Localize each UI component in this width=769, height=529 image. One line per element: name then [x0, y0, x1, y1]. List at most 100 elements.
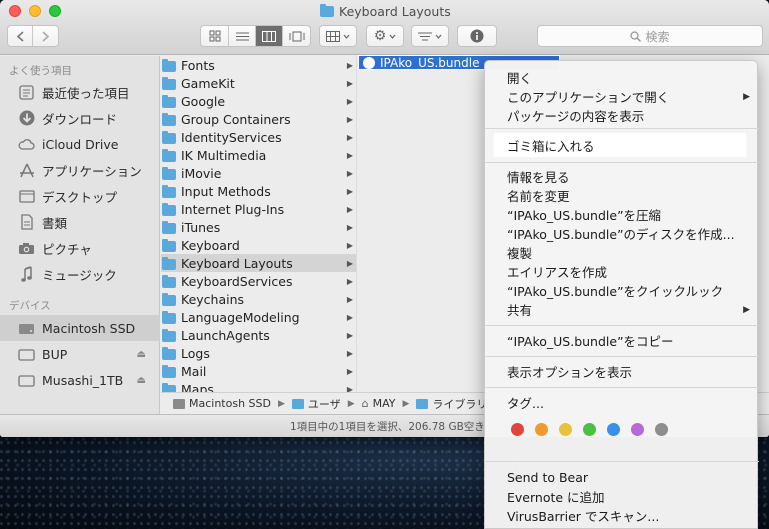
gallery-view-button[interactable]: [283, 26, 310, 46]
sidebar-item-pictures[interactable]: ピクチャ: [0, 235, 160, 261]
arrange-button[interactable]: [319, 25, 357, 47]
folder-row[interactable]: IdentityServices ▶: [161, 128, 356, 146]
grid-icon: [209, 30, 220, 42]
nav-back-forward: [7, 25, 59, 47]
menu-item-copy[interactable]: “IPAko_US.bundle”をコピー: [485, 331, 759, 350]
folder-row[interactable]: GameKit ▶: [161, 74, 356, 92]
menu-item-share[interactable]: 共有 ▶: [485, 300, 759, 319]
tag-color-dot[interactable]: [631, 423, 644, 436]
favorites-header: よく使う項目: [9, 65, 72, 77]
folder-row[interactable]: Internet Plug-Ins ▶: [161, 200, 356, 218]
tag-color-dot[interactable]: [607, 423, 620, 436]
path-crumb[interactable]: ライブラリ: [432, 396, 487, 412]
chevron-right-icon: [41, 30, 49, 42]
folder-row[interactable]: Keychains ▶: [161, 290, 356, 308]
disclosure-arrow-icon: ▶: [346, 312, 353, 322]
menu-item-rename[interactable]: 名前を変更: [485, 186, 759, 205]
folder-row[interactable]: Keyboard Layouts ▶: [161, 254, 356, 272]
folder-row[interactable]: Input Methods ▶: [161, 182, 356, 200]
folder-row[interactable]: LaunchAgents ▶: [161, 326, 356, 344]
get-info-button[interactable]: [457, 25, 497, 47]
sidebar-item-desktop[interactable]: デスクトップ: [0, 183, 160, 209]
folder-row[interactable]: Maps ▶: [161, 380, 356, 393]
disclosure-arrow-icon: ▶: [346, 150, 353, 160]
folder-row-label: Logs: [181, 345, 210, 361]
share-button[interactable]: [411, 25, 449, 47]
menu-item-evernote[interactable]: Evernote に追加: [485, 487, 759, 506]
titlebar: Keyboard Layouts ⚙ 検索: [0, 0, 769, 55]
column-browser-1: Fonts ▶ GameKit ▶ Google ▶ Group Containers ▶ Id…: [161, 56, 357, 392]
forward-button[interactable]: [33, 26, 58, 46]
folder-row-label: IK Multimedia: [181, 147, 267, 163]
menu-item-make-alias[interactable]: エイリアスを作成: [485, 262, 759, 281]
folder-row[interactable]: Group Containers ▶: [161, 110, 356, 128]
menu-item-burn[interactable]: “IPAko_US.bundle”のディスクを作成...: [485, 224, 759, 243]
menu-item-compress[interactable]: “IPAko_US.bundle”を圧縮: [485, 205, 759, 224]
folder-row[interactable]: iTunes ▶: [161, 218, 356, 236]
tag-color-dot[interactable]: [583, 423, 596, 436]
menu-item-show-package[interactable]: パッケージの内容を表示: [485, 106, 759, 125]
disclosure-arrow-icon: ▶: [346, 384, 353, 393]
disclosure-arrow-icon: ▶: [346, 366, 353, 376]
sidebar-item-label: iCloud Drive: [42, 136, 119, 152]
sidebar-item-recents[interactable]: 最近使った項目: [0, 79, 160, 105]
folder-row[interactable]: Google ▶: [161, 92, 356, 110]
menu-item-quick-look[interactable]: “IPAko_US.bundle”をクイックルック: [485, 281, 759, 300]
tag-color-dot[interactable]: [511, 423, 524, 436]
sidebar-item-documents[interactable]: 書類: [0, 209, 160, 235]
folder-icon: [416, 398, 429, 409]
folder-row-label: LaunchAgents: [181, 327, 270, 343]
icon-view-button[interactable]: [201, 26, 229, 46]
path-crumb[interactable]: Macintosh SSD: [189, 397, 271, 410]
folder-row[interactable]: Logs ▶: [161, 344, 356, 362]
sidebar-item-music[interactable]: ミュージック: [0, 261, 160, 287]
zoom-window-button[interactable]: [49, 5, 61, 17]
folder-row[interactable]: Fonts ▶: [161, 56, 356, 74]
folder-row[interactable]: iMovie ▶: [161, 164, 356, 182]
folder-row-label: Input Methods: [181, 183, 271, 199]
status-text: 1項目中の1項目を選択、206.78 GB空き: [290, 420, 485, 433]
sidebar-item-icloud-drive[interactable]: iCloud Drive: [0, 131, 160, 157]
back-button[interactable]: [8, 26, 33, 46]
minimize-window-button[interactable]: [29, 5, 41, 17]
tag-color-dot[interactable]: [559, 423, 572, 436]
menu-item-open-with[interactable]: このアプリケーションで開く ▶: [485, 87, 759, 106]
menu-item-label: このアプリケーションで開く: [507, 90, 670, 105]
action-button[interactable]: ⚙: [366, 25, 404, 47]
folder-row[interactable]: Keyboard ▶: [161, 236, 356, 254]
path-crumb[interactable]: MAY: [373, 397, 396, 410]
sidebar-item-downloads[interactable]: ダウンロード: [0, 105, 160, 131]
eject-icon[interactable]: ⏏: [137, 349, 146, 360]
disclosure-arrow-icon: ▶: [346, 222, 353, 232]
menu-item-send-to-bear[interactable]: Send to Bear: [485, 468, 759, 487]
column-view-button[interactable]: [256, 26, 283, 46]
menu-item-move-to-trash[interactable]: ゴミ箱に入れる: [494, 133, 746, 157]
tag-color-dot[interactable]: [535, 423, 548, 436]
eject-icon[interactable]: ⏏: [137, 375, 146, 386]
folder-row[interactable]: IK Multimedia ▶: [161, 146, 356, 164]
folder-icon: [162, 166, 176, 180]
folder-row[interactable]: LanguageModeling ▶: [161, 308, 356, 326]
folder-row[interactable]: Mail ▶: [161, 362, 356, 380]
list-view-button[interactable]: [229, 26, 256, 46]
menu-separator: [485, 162, 759, 163]
sidebar-item-bup[interactable]: BUP ⏏: [0, 341, 160, 367]
menu-item-tags[interactable]: タグ...: [485, 393, 759, 412]
clock-icon: [18, 84, 35, 101]
menu-item-open[interactable]: 開く: [485, 68, 759, 87]
disclosure-arrow-icon: ▶: [346, 168, 353, 178]
menu-item-virusbarrier[interactable]: VirusBarrier でスキャン...: [485, 506, 759, 525]
menu-item-duplicate[interactable]: 複製: [485, 243, 759, 262]
search-input[interactable]: 検索: [537, 25, 763, 47]
menu-item-view-options[interactable]: 表示オプションを表示: [485, 362, 759, 381]
menu-item-get-info[interactable]: 情報を見る: [485, 167, 759, 186]
sidebar-item-macintosh-ssd[interactable]: Macintosh SSD: [0, 315, 160, 341]
sidebar-item-musashi-1tb[interactable]: Musashi_1TB ⏏: [0, 367, 160, 393]
path-crumb[interactable]: ユーザ: [308, 396, 341, 412]
tag-color-dot[interactable]: [655, 423, 668, 436]
sidebar-item-applications[interactable]: アプリケーション: [0, 157, 160, 183]
close-window-button[interactable]: [9, 5, 21, 17]
submenu-arrow-icon: ▶: [743, 304, 750, 315]
folder-row[interactable]: KeyboardServices ▶: [161, 272, 356, 290]
list-icon: [235, 32, 249, 40]
